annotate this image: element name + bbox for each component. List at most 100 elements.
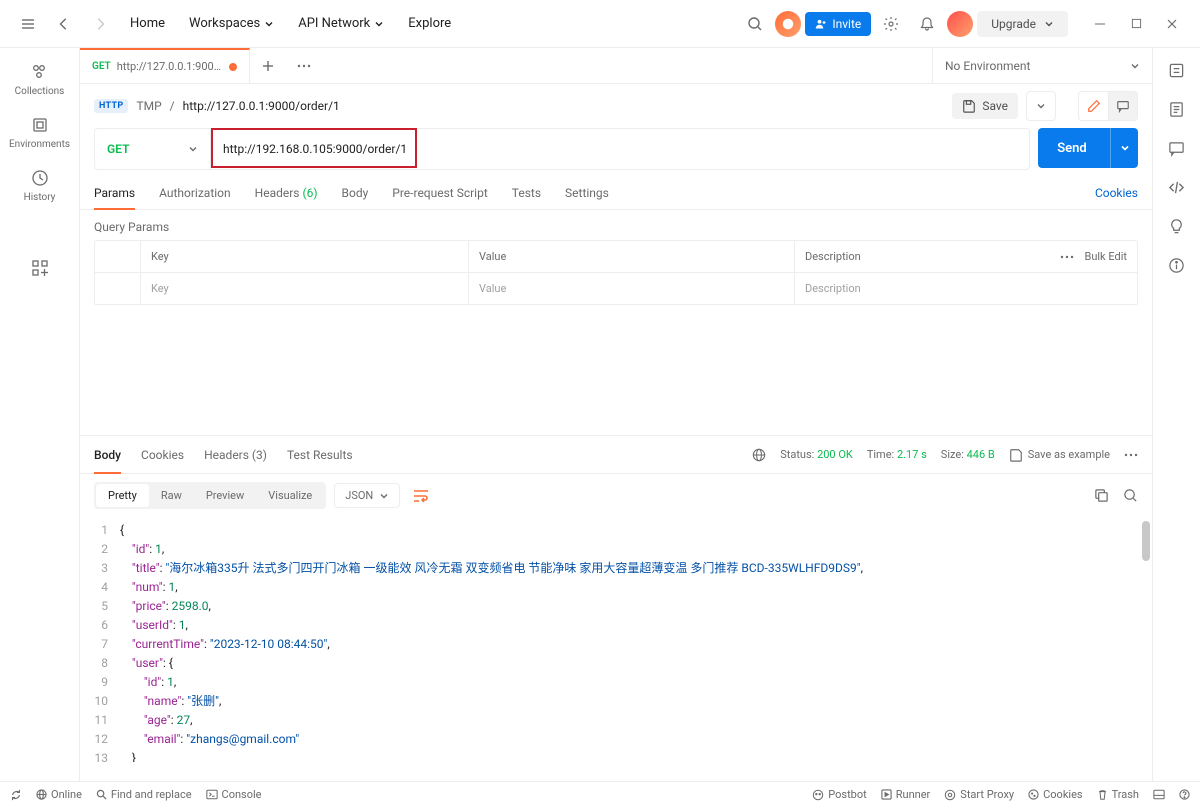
sidebar-more[interactable] <box>31 259 49 277</box>
method-select[interactable]: GET <box>95 129 211 169</box>
save-button[interactable]: Save <box>952 93 1018 119</box>
sidebar-collections[interactable]: Collections <box>15 62 65 97</box>
sidebar-environments[interactable]: Environments <box>9 115 70 150</box>
footer-proxy-label: Start Proxy <box>960 788 1014 801</box>
top-bar: Home Workspaces API Network Explore Invi… <box>0 0 1200 48</box>
back-icon[interactable] <box>48 8 80 40</box>
sidebar-history[interactable]: History <box>24 168 56 203</box>
tab-prerequest[interactable]: Pre-request Script <box>392 176 487 209</box>
new-tab-button[interactable] <box>250 48 286 83</box>
notifications-icon[interactable] <box>911 8 943 40</box>
status-value: 200 OK <box>817 448 853 461</box>
footer-postbot-label: Postbot <box>828 788 866 801</box>
comment-icon[interactable] <box>1108 91 1138 121</box>
footer-find[interactable]: Find and replace <box>96 788 192 801</box>
upgrade-button[interactable]: Upgrade <box>977 11 1068 37</box>
time-value: 2.17 s <box>897 448 927 461</box>
params-check[interactable] <box>95 273 141 304</box>
nav-workspaces[interactable]: Workspaces <box>179 10 284 37</box>
nav-explore[interactable]: Explore <box>398 10 461 37</box>
copy-icon[interactable] <box>1094 488 1109 503</box>
resp-tab-headers[interactable]: Headers (3) <box>204 436 267 473</box>
cookies-link[interactable]: Cookies <box>1095 186 1138 200</box>
window-maximize-icon[interactable] <box>1120 8 1152 40</box>
view-raw[interactable]: Raw <box>149 484 194 507</box>
window-minimize-icon[interactable] <box>1084 8 1116 40</box>
http-badge: HTTP <box>94 99 128 113</box>
tab-params[interactable]: Params <box>94 176 135 209</box>
send-button[interactable]: Send <box>1038 128 1138 168</box>
team-avatar[interactable] <box>775 11 801 37</box>
forward-icon[interactable] <box>84 8 116 40</box>
comments-icon[interactable] <box>1168 140 1185 157</box>
request-tabs: Params Authorization Headers (6) Body Pr… <box>80 176 1152 210</box>
method-text: GET <box>107 142 129 156</box>
edit-icon[interactable] <box>1078 91 1108 121</box>
footer-layout[interactable] <box>1153 789 1165 800</box>
request-tab[interactable]: GET http://127.0.0.1:9000/or <box>80 48 250 83</box>
bulk-edit-link[interactable]: Bulk Edit <box>1084 250 1127 263</box>
environment-selector[interactable]: No Environment <box>932 48 1152 83</box>
tab-body[interactable]: Body <box>342 176 369 209</box>
response-more-icon[interactable] <box>1124 453 1138 457</box>
docs-icon[interactable] <box>1168 101 1185 118</box>
footer-cookies[interactable]: Cookies <box>1028 788 1082 801</box>
wrap-icon[interactable] <box>408 484 434 508</box>
info-icon[interactable] <box>1168 257 1185 274</box>
nav-api-network[interactable]: API Network <box>288 10 394 37</box>
footer-trash-label: Trash <box>1112 788 1139 801</box>
code-icon[interactable] <box>1168 179 1185 196</box>
resp-tab-tests[interactable]: Test Results <box>287 436 353 473</box>
view-visualize[interactable]: Visualize <box>256 484 324 507</box>
tab-settings[interactable]: Settings <box>565 176 609 209</box>
url-input[interactable] <box>211 129 1029 169</box>
params-value-input[interactable]: Value <box>469 273 795 304</box>
search-icon[interactable] <box>739 8 771 40</box>
send-dropdown[interactable] <box>1110 128 1138 168</box>
params-desc-input[interactable]: Description <box>795 273 1137 304</box>
breadcrumb: HTTP TMP / http://127.0.0.1:9000/order/1 <box>94 99 340 113</box>
scrollbar[interactable] <box>1142 521 1150 561</box>
footer-help[interactable] <box>1179 789 1190 800</box>
params-more-icon[interactable] <box>1060 255 1074 259</box>
footer-postbot[interactable]: Postbot <box>812 788 866 801</box>
hint-icon[interactable] <box>1168 218 1185 235</box>
env-quicklook-icon[interactable] <box>1168 62 1185 79</box>
tab-tests[interactable]: Tests <box>512 176 541 209</box>
view-preview[interactable]: Preview <box>194 484 256 507</box>
format-select[interactable]: JSON <box>334 483 400 508</box>
footer-trash[interactable]: Trash <box>1097 788 1139 801</box>
tab-authorization[interactable]: Authorization <box>159 176 231 209</box>
tab-headers[interactable]: Headers (6) <box>255 176 318 209</box>
search-response-icon[interactable] <box>1123 488 1138 503</box>
params-header: Key Value DescriptionBulk Edit <box>95 241 1137 273</box>
resp-tab-body[interactable]: Body <box>94 436 121 473</box>
sidebar-environments-label: Environments <box>9 139 70 150</box>
save-example-button[interactable]: Save as example <box>1009 448 1110 462</box>
window-close-icon[interactable] <box>1156 8 1188 40</box>
sidebar-history-label: History <box>24 192 56 203</box>
size-label: Size: <box>941 448 964 461</box>
json-body[interactable]: 1{ 2 "id": 1, 3 "title": "海尔冰箱335升 法式多门四… <box>80 517 1152 762</box>
globe-icon[interactable] <box>752 448 766 462</box>
view-pretty[interactable]: Pretty <box>96 484 149 507</box>
hamburger-icon[interactable] <box>12 8 44 40</box>
breadcrumb-path: http://127.0.0.1:9000/order/1 <box>183 99 340 113</box>
breadcrumb-folder[interactable]: TMP <box>136 99 161 113</box>
invite-button[interactable]: Invite <box>805 12 871 36</box>
footer-online[interactable]: Online <box>36 788 82 801</box>
nav-home[interactable]: Home <box>120 10 175 37</box>
params-table: Key Value DescriptionBulk Edit Key Value… <box>94 240 1138 305</box>
footer-online-label: Online <box>51 788 82 801</box>
footer-proxy[interactable]: Start Proxy <box>944 788 1014 801</box>
user-avatar[interactable] <box>947 11 973 37</box>
footer-runner[interactable]: Runner <box>881 788 931 801</box>
params-key-input[interactable]: Key <box>141 273 469 304</box>
footer-sync[interactable] <box>10 789 22 801</box>
resp-tab-cookies[interactable]: Cookies <box>141 436 184 473</box>
tab-options[interactable] <box>286 48 322 83</box>
settings-icon[interactable] <box>875 8 907 40</box>
footer-console[interactable]: Console <box>206 788 262 801</box>
params-row[interactable]: Key Value Description <box>95 273 1137 304</box>
save-dropdown[interactable] <box>1026 91 1056 121</box>
